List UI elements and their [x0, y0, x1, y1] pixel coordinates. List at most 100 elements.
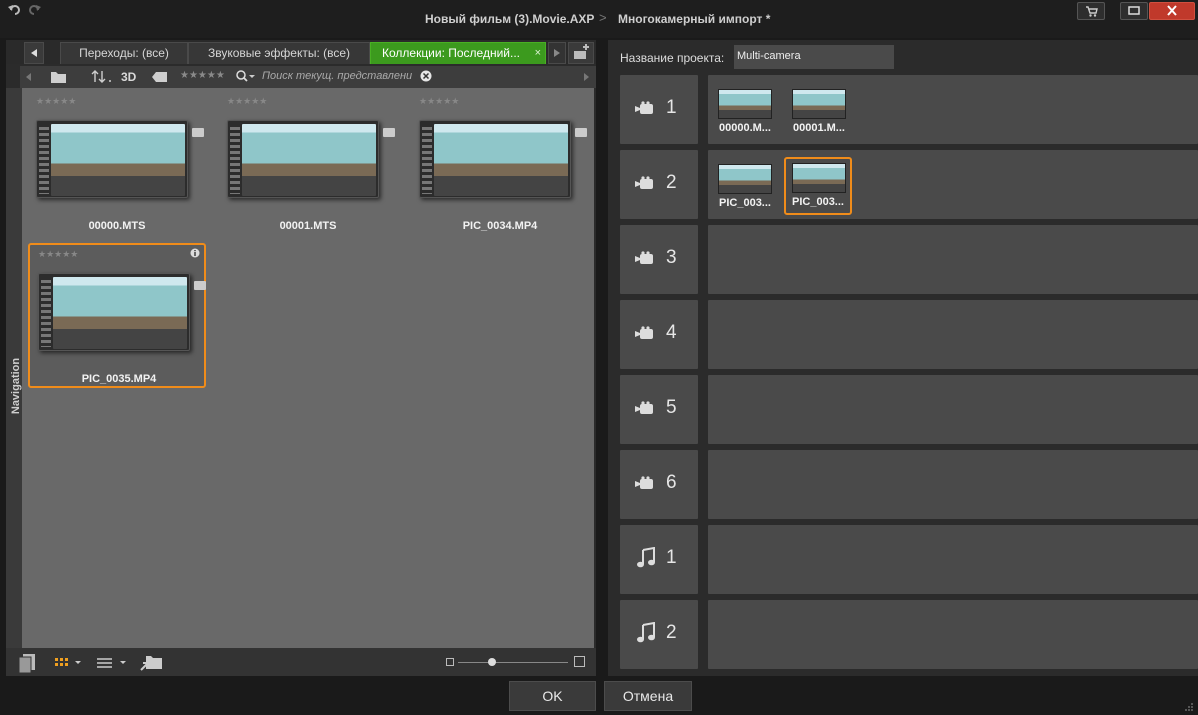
- import-icon[interactable]: [138, 652, 164, 674]
- track-clip[interactable]: PIC_003...: [716, 162, 774, 214]
- camera-icon: [635, 401, 653, 414]
- clip-rating[interactable]: ★★★★★: [36, 96, 76, 107]
- navigation-strip[interactable]: Navigation: [6, 88, 22, 676]
- track-clip[interactable]: 00001.M...: [790, 87, 848, 139]
- track-number: 3: [666, 247, 677, 268]
- navigation-label: Navigation: [10, 357, 22, 415]
- audio-track-header-2[interactable]: 2: [620, 600, 698, 669]
- audio-track-2[interactable]: [708, 600, 1198, 669]
- track-number: 4: [666, 322, 677, 343]
- duplicate-icon[interactable]: [16, 652, 38, 674]
- camera-track-3[interactable]: [708, 225, 1198, 294]
- library-clip[interactable]: ★★★★★ 00001.MTS: [219, 92, 397, 237]
- track-clip[interactable]: 00000.M...: [716, 87, 774, 139]
- folder-icon[interactable]: [50, 69, 68, 85]
- project-name-label: Название проекта:: [620, 51, 725, 65]
- 3d-filter-button[interactable]: 3D: [121, 70, 136, 84]
- search-box[interactable]: Поиск текущ. представлени: [234, 68, 436, 86]
- audio-track-header-1[interactable]: 1: [620, 525, 698, 594]
- tab-strip: Переходы: (все) Звуковые эффекты: (все) …: [6, 40, 596, 64]
- library-toolbar: 3D ★★★★★ Поиск текущ. представлени: [20, 66, 596, 88]
- zoom-max-icon[interactable]: [574, 656, 585, 667]
- tabs-scroll-left[interactable]: [24, 42, 44, 64]
- thumbnail-image: [242, 124, 376, 196]
- camera-track-header-2[interactable]: 2: [620, 150, 698, 219]
- toolbar-scroll-right-icon[interactable]: [582, 70, 590, 84]
- search-icon[interactable]: [235, 69, 257, 85]
- camera-icon: [635, 476, 653, 489]
- grid-view-icon[interactable]: [54, 656, 84, 670]
- project-name-input[interactable]: Multi-camera: [734, 45, 894, 69]
- camera-track-5[interactable]: [708, 375, 1198, 444]
- clip-name: PIC_0035.MP4: [81, 373, 157, 385]
- redo-icon[interactable]: [27, 4, 41, 16]
- sort-icon[interactable]: [90, 69, 114, 85]
- thumbnail-image: [51, 124, 185, 196]
- film-perforation: [230, 124, 240, 194]
- track-number: 5: [666, 397, 677, 418]
- clip-rating[interactable]: ★★★★★: [227, 96, 267, 107]
- folder-icon: [575, 128, 587, 137]
- zoom-slider-handle[interactable]: [488, 658, 496, 666]
- track-number: 6: [666, 472, 677, 493]
- add-tab-icon: [574, 44, 589, 59]
- maximize-button[interactable]: [1120, 2, 1148, 20]
- camera-track-1[interactable]: 00000.M... 00001.M...: [708, 75, 1198, 144]
- camera-track-header-3[interactable]: 3: [620, 225, 698, 294]
- clip-name: 00000.MTS: [88, 220, 146, 232]
- tab-collections[interactable]: Коллекции: Последний... ×: [370, 42, 546, 64]
- ok-button[interactable]: OK: [509, 681, 596, 711]
- camera-track-2[interactable]: PIC_003... PIC_003...: [708, 150, 1198, 219]
- search-input[interactable]: Поиск текущ. представлени: [262, 70, 414, 82]
- resize-grip-icon[interactable]: [1184, 702, 1194, 712]
- tab-sound-effects[interactable]: Звуковые эффекты: (все): [188, 42, 370, 64]
- camera-icon: [635, 251, 653, 264]
- clip-thumbnail[interactable]: [227, 120, 379, 198]
- chevron-right-icon: [554, 49, 560, 57]
- camera-track-4[interactable]: [708, 300, 1198, 369]
- track-clip-selected[interactable]: PIC_003...: [784, 157, 852, 215]
- info-icon[interactable]: [190, 248, 200, 258]
- clip-thumbnail[interactable]: [36, 120, 188, 198]
- tag-icon[interactable]: [151, 70, 169, 84]
- list-view-icon[interactable]: [96, 656, 130, 670]
- zoom-slider[interactable]: [458, 662, 568, 663]
- library-grid: ★★★★★ 00000.MTS ★★★★★ 00001.MTS ★★★★★ PI…: [22, 88, 594, 648]
- camera-track-header-1[interactable]: 1: [620, 75, 698, 144]
- clip-rating[interactable]: ★★★★★: [38, 249, 78, 260]
- clip-thumbnail[interactable]: [419, 120, 571, 198]
- library-clip-selected[interactable]: ★★★★★ PIC_0035.MP4: [28, 243, 206, 388]
- cart-button[interactable]: [1077, 2, 1105, 20]
- track-number: 1: [666, 97, 677, 118]
- music-note-icon: [637, 622, 655, 643]
- undo-icon[interactable]: [8, 4, 22, 16]
- project-path[interactable]: Новый фильм (3).Movie.AXP: [425, 12, 594, 26]
- camera-icon: [635, 176, 653, 189]
- track-clip-thumbnail: [792, 89, 846, 119]
- cancel-button[interactable]: Отмена: [604, 681, 692, 711]
- chevron-left-icon: [31, 49, 37, 57]
- camera-track-header-4[interactable]: 4: [620, 300, 698, 369]
- library-panel: Переходы: (все) Звуковые эффекты: (все) …: [6, 40, 596, 676]
- add-tab-button[interactable]: [568, 42, 594, 64]
- toolbar-scroll-left-icon[interactable]: [24, 70, 32, 84]
- tab-close-icon[interactable]: ×: [535, 43, 541, 63]
- camera-track-6[interactable]: [708, 450, 1198, 519]
- clip-name: PIC_0034.MP4: [462, 220, 538, 232]
- library-clip[interactable]: ★★★★★ 00000.MTS: [28, 92, 206, 237]
- close-button[interactable]: [1149, 2, 1195, 20]
- rating-filter[interactable]: ★★★★★: [180, 70, 225, 81]
- clip-thumbnail[interactable]: [38, 273, 190, 351]
- track-clip-label: 00001.M...: [793, 122, 845, 134]
- audio-track-1[interactable]: [708, 525, 1198, 594]
- library-clip[interactable]: ★★★★★ PIC_0034.MP4: [411, 92, 589, 237]
- zoom-min-icon[interactable]: [446, 658, 454, 666]
- clear-search-icon[interactable]: [420, 70, 434, 84]
- camera-track-header-5[interactable]: 5: [620, 375, 698, 444]
- tabs-scroll-right[interactable]: [548, 42, 566, 64]
- camera-track-header-6[interactable]: 6: [620, 450, 698, 519]
- camera-icon: [635, 326, 653, 339]
- clip-rating[interactable]: ★★★★★: [419, 96, 459, 107]
- track-clip-thumbnail: [718, 89, 772, 119]
- tab-transitions[interactable]: Переходы: (все): [60, 42, 188, 64]
